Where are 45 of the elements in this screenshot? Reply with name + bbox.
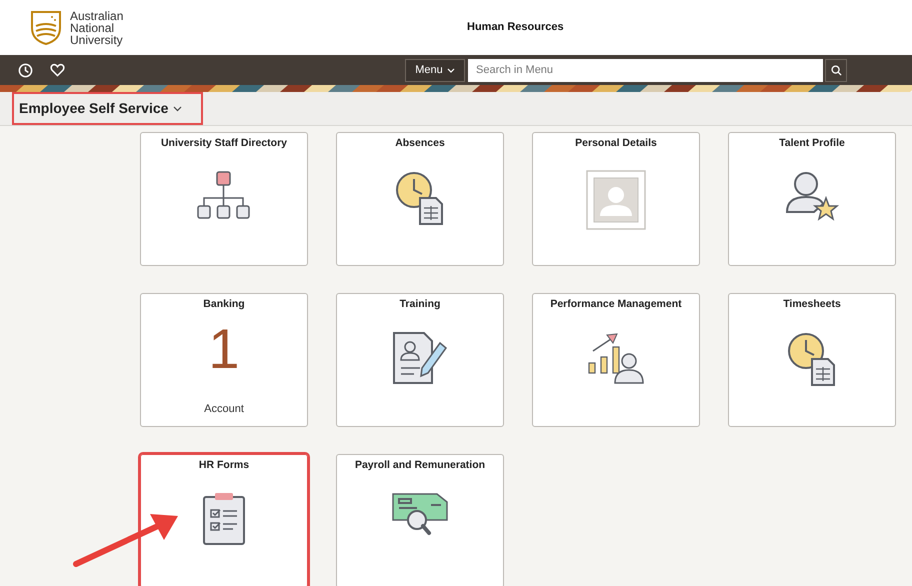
tile-title: Training — [400, 297, 440, 312]
chevron-down-icon — [173, 106, 182, 112]
tile-title: Performance Management — [550, 297, 682, 312]
cheque-magnifier-icon — [391, 492, 449, 538]
tile[interactable]: Training — [336, 293, 504, 427]
heart-icon[interactable] — [50, 63, 65, 77]
photo-placeholder-icon — [586, 170, 646, 230]
tile[interactable]: Personal Details — [532, 132, 700, 266]
university-name: Australian — [70, 10, 124, 22]
header-title: Human Resources — [467, 20, 564, 36]
org-chart-icon — [196, 170, 252, 222]
tile-caption: Account — [204, 402, 244, 417]
tile-title: Talent Profile — [779, 136, 845, 151]
tile-title: Payroll and Remuneration — [354, 458, 486, 473]
tile-count: 1 — [208, 318, 240, 379]
tile-title: Absences — [395, 136, 445, 151]
search-field[interactable]: Search in Menu — [468, 58, 823, 82]
tile-title: Timesheets — [783, 297, 841, 312]
search-button[interactable] — [825, 58, 847, 82]
tile[interactable]: Timesheets — [728, 293, 896, 427]
tile[interactable]: Banking 1 Account — [140, 293, 308, 427]
tile[interactable]: Talent Profile — [728, 132, 896, 266]
clock-document-icon — [786, 330, 838, 387]
tile[interactable]: Payroll and Remuneration — [336, 454, 504, 586]
chart-person-icon — [587, 330, 645, 385]
tile-title: Banking — [203, 297, 245, 312]
tile-title: University Staff Directory — [160, 136, 288, 151]
tile[interactable]: Absences — [336, 132, 504, 266]
person-star-icon — [784, 170, 840, 222]
chevron-down-icon — [446, 68, 455, 72]
clock-document-icon — [394, 170, 446, 226]
history-icon[interactable] — [18, 62, 33, 78]
clipboard-checklist-icon — [202, 492, 246, 546]
search-icon — [830, 64, 842, 76]
document-pencil-icon — [392, 330, 448, 385]
homepage-selector[interactable]: Employee Self Service — [12, 92, 203, 125]
university-name: University — [70, 34, 124, 46]
tile[interactable]: HR Forms — [140, 454, 308, 586]
crest-logo — [30, 10, 62, 46]
tile[interactable]: Performance Management — [532, 293, 700, 427]
university-name: National — [70, 22, 116, 34]
tile-title: HR Forms — [198, 458, 250, 473]
tile[interactable]: University Staff Directory — [140, 132, 308, 266]
tile-title: Personal Details — [575, 136, 657, 151]
menu-button[interactable]: Menu — [405, 58, 465, 82]
